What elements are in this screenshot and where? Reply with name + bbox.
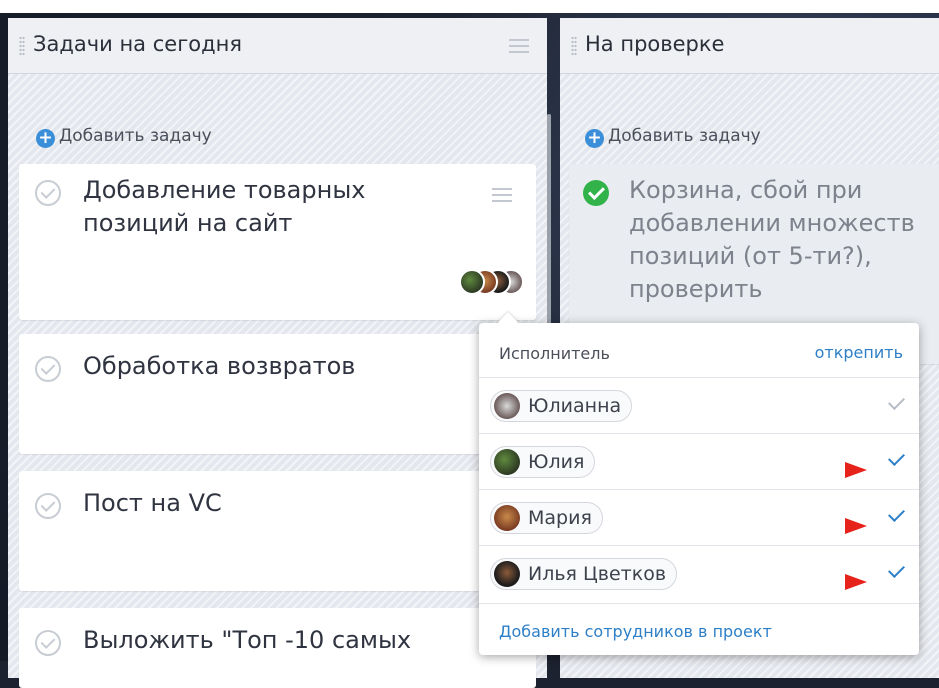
column-header: На проверке (560, 18, 939, 74)
task-card[interactable]: Пост на VC (19, 471, 536, 591)
red-arrow-annotation (845, 462, 867, 478)
task-card[interactable]: Добавление товарных позиций на сайт (19, 164, 536, 320)
column-menu-icon[interactable] (509, 39, 529, 53)
task-title: Обработка возвратов (83, 352, 356, 380)
add-task-label: Добавить задачу (59, 126, 212, 146)
assignee-row[interactable]: Юлианна (479, 377, 919, 434)
column-header: Задачи на сегодня (8, 18, 547, 74)
check-icon[interactable] (888, 561, 905, 578)
assignee-popup: Исполнитель открепить Юлианна Юлия Мария… (479, 312, 919, 655)
divider (479, 603, 919, 604)
task-card[interactable]: Выложить "Топ -10 самых (19, 608, 536, 688)
plus-icon: + (585, 129, 604, 148)
avatar (494, 561, 520, 587)
red-arrow-annotation (845, 574, 867, 590)
red-arrow-annotation (845, 518, 867, 534)
task-title: Корзина, сбой при добавлении множеств по… (629, 176, 915, 303)
top-bar (0, 0, 939, 13)
column-title: Задачи на сегодня (33, 32, 242, 56)
card-menu-icon[interactable] (492, 188, 512, 202)
check-icon[interactable] (888, 393, 905, 410)
task-title: Пост на VC (83, 489, 222, 517)
column-today: Задачи на сегодня + Добавить задачу Добав… (8, 18, 551, 688)
complete-check-icon[interactable] (35, 630, 61, 656)
assignee-row[interactable]: Юлия (479, 433, 919, 490)
complete-check-icon[interactable] (35, 180, 61, 206)
assignee-name: Мария (528, 507, 592, 529)
completed-check-icon[interactable] (583, 180, 609, 206)
assignee-chip[interactable]: Илья Цветков (490, 558, 678, 590)
check-icon[interactable] (888, 449, 905, 466)
assignee-name: Юлианна (528, 395, 622, 417)
assignee-chip[interactable]: Юлианна (490, 390, 633, 422)
avatar[interactable] (459, 269, 485, 295)
complete-check-icon[interactable] (35, 356, 61, 382)
assignee-name: Юлия (528, 451, 585, 473)
column-title: На проверке (585, 32, 725, 56)
drag-handle-icon[interactable] (571, 36, 577, 56)
check-icon[interactable] (888, 505, 905, 522)
assignee-row[interactable]: Илья Цветков (479, 545, 919, 602)
add-task-label: Добавить задачу (608, 126, 761, 146)
assignee-row[interactable]: Мария (479, 489, 919, 546)
assignee-chip[interactable]: Мария (490, 502, 603, 534)
drag-handle-icon[interactable] (19, 36, 25, 56)
add-staff-link[interactable]: Добавить сотрудников в проект (499, 622, 772, 641)
assignee-chip[interactable]: Юлия (490, 446, 596, 478)
task-title: Добавление товарных позиций на сайт (83, 176, 366, 237)
add-task-button[interactable]: + Добавить задачу (36, 126, 212, 148)
unpin-link[interactable]: открепить (815, 343, 903, 362)
plus-icon: + (36, 129, 55, 148)
task-title: Выложить "Топ -10 самых (83, 626, 412, 654)
assignee-name: Илья Цветков (528, 563, 667, 585)
add-task-button[interactable]: + Добавить задачу (585, 126, 761, 148)
avatar (494, 393, 520, 419)
avatar (494, 505, 520, 531)
popup-title: Исполнитель (499, 344, 610, 363)
avatar (494, 449, 520, 475)
task-card[interactable]: Обработка возвратов (19, 334, 536, 454)
complete-check-icon[interactable] (35, 493, 61, 519)
